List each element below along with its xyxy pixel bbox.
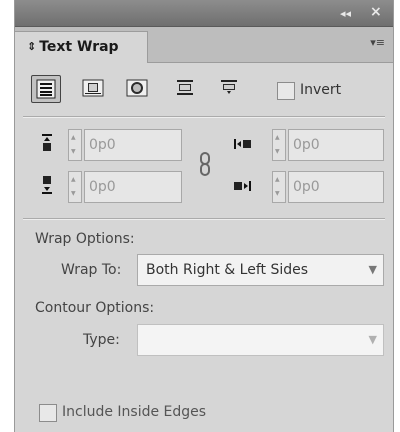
- include-inside-edges-label: Include Inside Edges: [62, 404, 207, 420]
- jump-object-icon: [177, 80, 193, 95]
- no-text-wrap-icon: [36, 79, 56, 99]
- top-offset-icon: [42, 134, 52, 151]
- panel-tabstrip: ⇕ Text Wrap ▾≡: [15, 27, 393, 63]
- left-offset-stepper[interactable]: ▲ ▼: [272, 129, 286, 161]
- no-text-wrap-button[interactable]: [31, 75, 61, 103]
- invert-checkbox[interactable]: [277, 82, 295, 100]
- right-offset-stepper[interactable]: ▲ ▼: [272, 171, 286, 203]
- wrap-mode-buttons: Invert: [15, 70, 393, 110]
- wrap-to-value: Both Right & Left Sides: [146, 262, 309, 278]
- wrap-to-select[interactable]: Both Right & Left Sides ▼: [137, 254, 384, 286]
- right-offset-field[interactable]: 0p0: [288, 171, 384, 203]
- right-offset-icon: [234, 181, 251, 191]
- wrap-to-label: Wrap To:: [61, 262, 122, 278]
- include-inside-edges-checkbox[interactable]: [39, 404, 57, 422]
- wrap-options-heading: Wrap Options:: [35, 231, 135, 247]
- stepper-down-icon[interactable]: ▼: [71, 191, 76, 197]
- jump-to-next-column-icon: [221, 80, 237, 94]
- tab-text-wrap[interactable]: ⇕ Text Wrap: [15, 31, 148, 63]
- stepper-down-icon[interactable]: ▼: [275, 149, 280, 155]
- link-offsets-chain-icon[interactable]: [199, 152, 211, 176]
- chevron-down-icon[interactable]: ▼: [369, 325, 377, 355]
- chevron-down-icon[interactable]: ▼: [369, 255, 377, 285]
- bottom-offset-stepper[interactable]: ▲ ▼: [68, 171, 82, 203]
- wrap-around-object-shape-button[interactable]: [123, 75, 153, 103]
- divider-highlight: [23, 219, 385, 220]
- stepper-up-icon[interactable]: ▲: [71, 135, 76, 141]
- stepper-up-icon[interactable]: ▲: [275, 177, 280, 183]
- panel-menu-icon[interactable]: ▾≡: [370, 36, 385, 49]
- invert-label: Invert: [300, 82, 342, 98]
- jump-to-next-column-button[interactable]: [215, 75, 245, 103]
- jump-object-button[interactable]: [171, 75, 201, 103]
- top-offset-field[interactable]: 0p0: [84, 129, 182, 161]
- tab-collapse-chevron-icon[interactable]: ⇕: [27, 40, 36, 53]
- wrap-object-shape-icon: [126, 79, 148, 97]
- wrap-bounding-box-icon: [82, 79, 104, 97]
- contour-type-label: Type:: [83, 332, 120, 348]
- divider-highlight: [23, 117, 385, 118]
- bottom-offset-field[interactable]: 0p0: [84, 171, 182, 203]
- close-panel-icon[interactable]: ×: [370, 4, 382, 20]
- contour-options-heading: Contour Options:: [35, 300, 155, 316]
- stepper-up-icon[interactable]: ▲: [275, 135, 280, 141]
- collapse-panel-icon[interactable]: ◂◂: [340, 7, 351, 20]
- bottom-offset-icon: [42, 176, 52, 194]
- contour-type-select[interactable]: ▼: [137, 324, 384, 356]
- left-offset-field[interactable]: 0p0: [288, 129, 384, 161]
- top-offset-stepper[interactable]: ▲ ▼: [68, 129, 82, 161]
- stepper-down-icon[interactable]: ▼: [275, 191, 280, 197]
- tab-label: Text Wrap: [39, 39, 119, 55]
- panel-titlebar: ◂◂ ×: [15, 0, 393, 27]
- text-wrap-panel: ◂◂ × ⇕ Text Wrap ▾≡ Invert ▲ ▼ 0p0 ▲ ▼ 0…: [14, 0, 394, 432]
- left-offset-icon: [234, 139, 251, 149]
- wrap-around-bounding-box-button[interactable]: [79, 75, 109, 103]
- stepper-down-icon[interactable]: ▼: [71, 149, 76, 155]
- stepper-up-icon[interactable]: ▲: [71, 177, 76, 183]
